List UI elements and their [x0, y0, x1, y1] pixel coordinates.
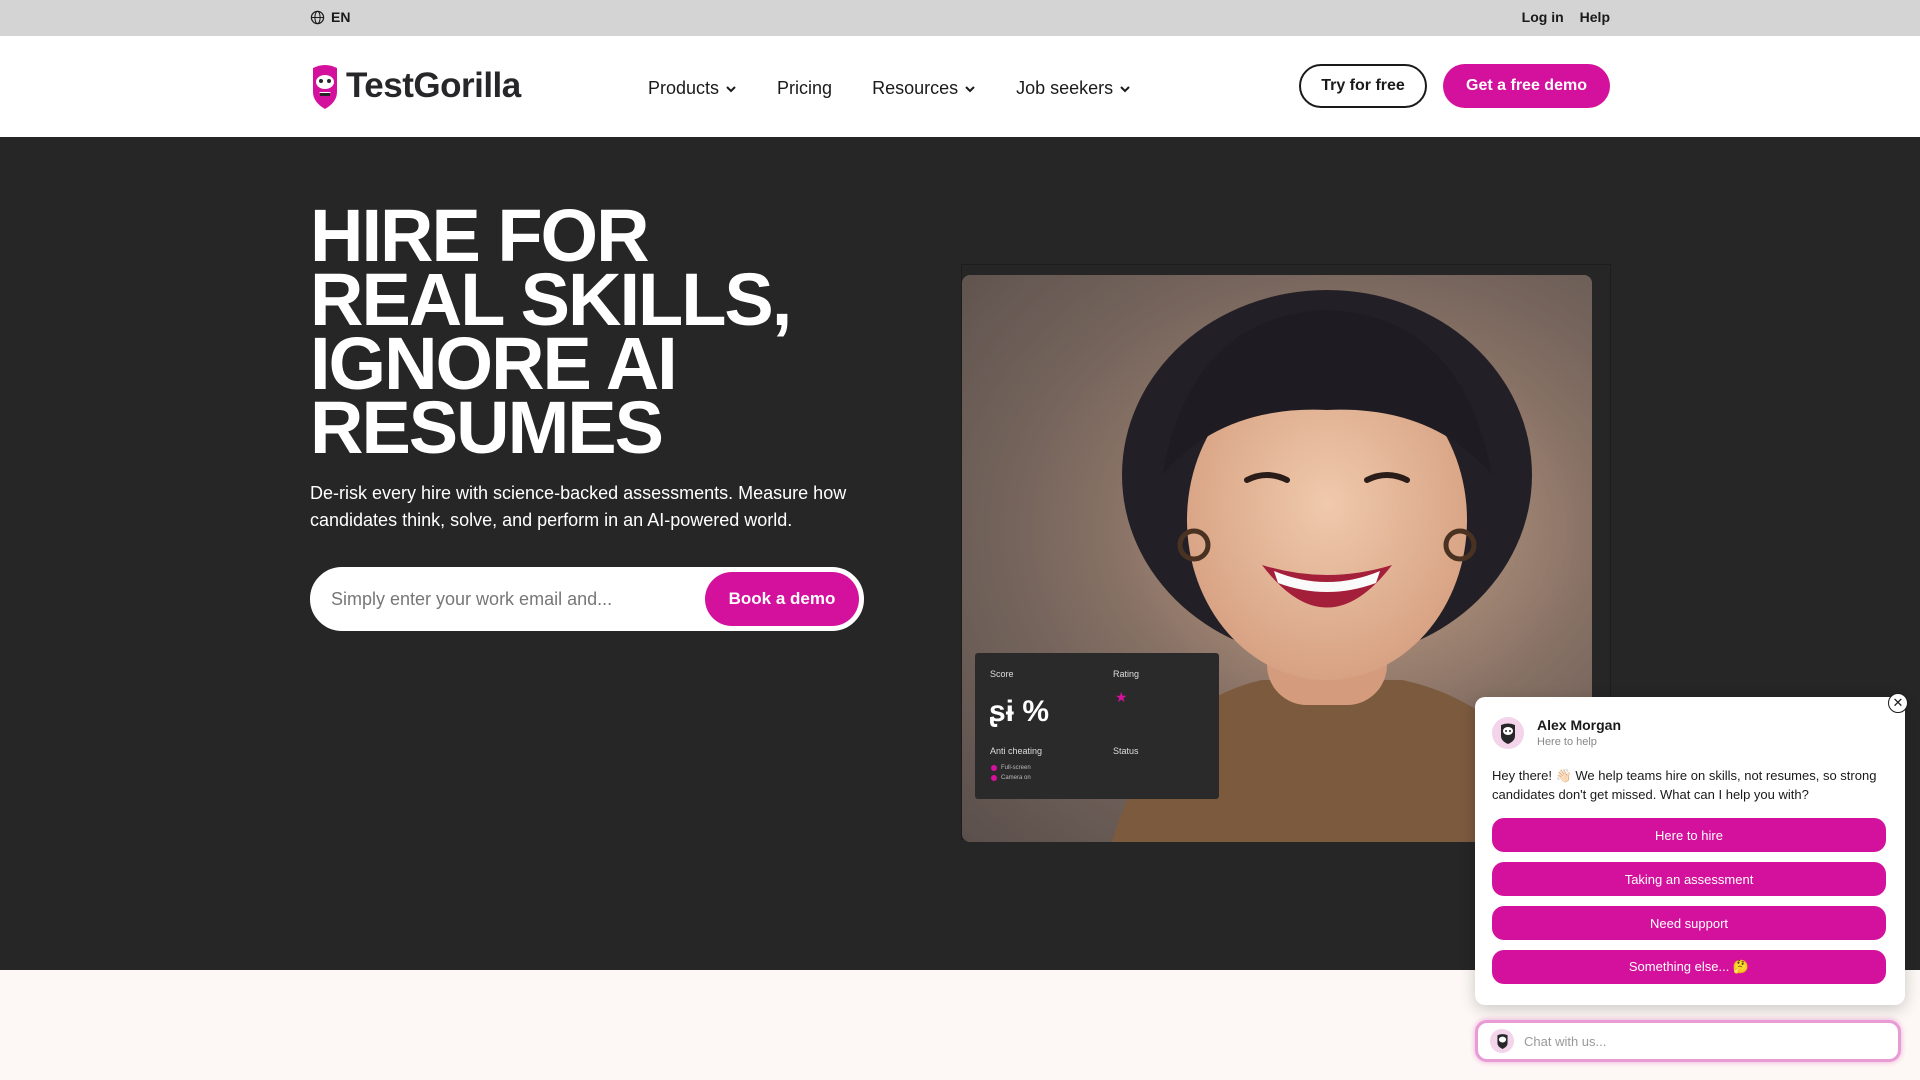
chevron-down-icon [1120, 85, 1130, 92]
rating-label: Rating [1113, 669, 1140, 679]
nav-item-products[interactable]: Products [648, 78, 737, 99]
hero-title: HIRE FOR REAL SKILLS, IGNORE AI RESUMES [310, 199, 870, 469]
chat-message: Hey there! 👋🏻 We help teams hire on skil… [1492, 768, 1877, 802]
star-icon: ★ [1115, 689, 1128, 705]
nav-item-label: Products [648, 78, 720, 98]
score-label: Score [990, 669, 1014, 679]
try-free-button[interactable]: Try for free [1299, 64, 1427, 108]
work-email-input[interactable] [313, 588, 705, 610]
agent-avatar [1492, 717, 1524, 749]
anti-cheating-label: Anti cheating [990, 746, 1043, 756]
assessment-score-card: Score ʂɨ % Rating ★ Anti cheating Status… [975, 653, 1219, 799]
help-link[interactable]: Help [1580, 9, 1610, 25]
language-selector[interactable]: EN [310, 9, 350, 25]
chat-option-other[interactable]: Something else... 🤔 [1492, 950, 1886, 984]
primary-nav: Products Pricing Resources Job seekers [648, 78, 1131, 99]
hero-subtitle: De-risk every hire with science-backed a… [310, 483, 847, 530]
book-demo-button[interactable]: Book a demo [705, 572, 859, 626]
language-label: EN [331, 9, 351, 25]
nav-item-resources[interactable]: Resources [872, 78, 976, 99]
brand-name: TestGorilla [346, 66, 521, 105]
nav-item-label: Pricing [777, 78, 833, 98]
chevron-down-icon [726, 85, 736, 92]
nav-item-label: Resources [872, 78, 959, 98]
login-link[interactable]: Log in [1522, 9, 1564, 25]
nav-item-job-seekers[interactable]: Job seekers [1016, 78, 1131, 99]
score-value: ʂɨ % [989, 695, 1050, 728]
agent-status: Here to help [1537, 736, 1597, 748]
status-label: Status [1113, 746, 1139, 756]
nav-item-pricing[interactable]: Pricing [777, 78, 832, 99]
chevron-down-icon [965, 85, 975, 92]
brand-logo[interactable]: TestGorilla [310, 62, 521, 110]
gorilla-avatar-icon [1496, 1034, 1508, 1049]
chat-input[interactable] [1524, 1033, 1898, 1049]
agent-avatar [1490, 1029, 1514, 1053]
nav-item-label: Job seekers [1016, 78, 1114, 98]
close-icon[interactable]: ✕ [1888, 693, 1908, 713]
status-dot-icon [991, 765, 997, 771]
gorilla-avatar-icon [1501, 723, 1515, 744]
gorilla-logo-icon [313, 65, 337, 109]
status-dot-icon [991, 775, 997, 781]
chat-option-assessment[interactable]: Taking an assessment [1492, 862, 1886, 896]
chat-option-hire[interactable]: Here to hire [1492, 818, 1886, 852]
demo-signup-form: Book a demo [310, 567, 864, 631]
check-item: Camera on [1001, 775, 1031, 781]
utility-bar: EN Log in Help [0, 0, 1920, 36]
globe-icon [310, 10, 325, 24]
agent-name: Alex Morgan [1537, 717, 1622, 733]
hero-title-line: RESUMES [310, 386, 664, 469]
check-item: Full-screen [1001, 765, 1031, 771]
chat-widget: Alex Morgan Here to help Hey there! 👋🏻 W… [1475, 697, 1905, 1005]
get-demo-button[interactable]: Get a free demo [1443, 64, 1610, 108]
chat-option-support[interactable]: Need support [1492, 906, 1886, 940]
chat-input-bar [1475, 1020, 1901, 1062]
main-header: TestGorilla Products Pricing Resources J… [0, 36, 1920, 137]
